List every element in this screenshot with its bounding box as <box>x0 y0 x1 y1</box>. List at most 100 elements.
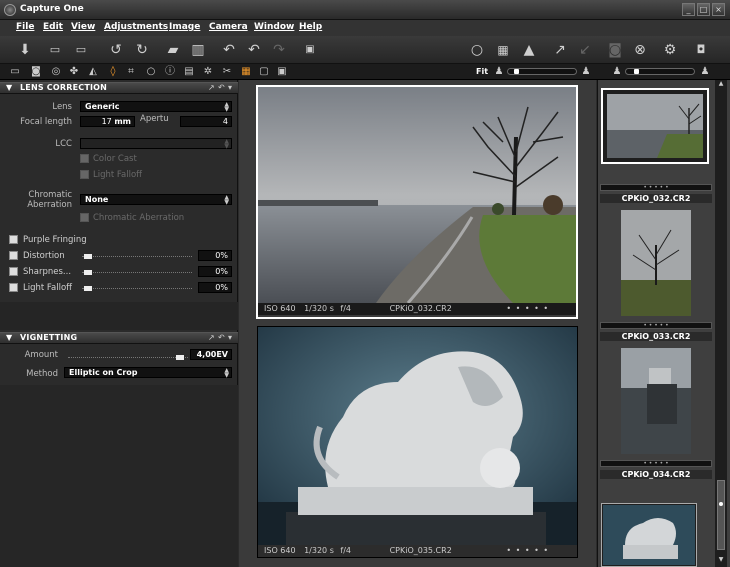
aperture-field[interactable]: 4 <box>180 116 232 127</box>
capture-tab-icon[interactable]: ◙ <box>30 66 42 78</box>
menu-image[interactable]: Image <box>169 22 200 32</box>
move-to-folder-icon[interactable]: ▰ <box>162 40 184 60</box>
scroll-down-icon[interactable]: ▼ <box>717 556 725 564</box>
preview-icon[interactable]: ◘ <box>690 40 712 60</box>
process-icon[interactable]: ▭ <box>70 40 92 60</box>
focal-length-field[interactable]: 17 mm <box>80 116 135 127</box>
menu-adjustments[interactable]: Adjustments <box>104 22 168 32</box>
compare-view-icon[interactable]: ▣ <box>276 66 288 78</box>
method-select[interactable]: Elliptic on Crop ▲ ▼ <box>64 367 232 379</box>
chromatic-aberration-select[interactable]: None ▲ ▼ <box>80 194 232 206</box>
thumbnail-2-rating[interactable]: • • • • • <box>600 322 712 329</box>
gear-icon[interactable]: ⚙ <box>659 40 681 60</box>
menu-edit[interactable]: Edit <box>43 22 63 32</box>
reset-tool-icon[interactable]: ↶ <box>218 83 225 92</box>
lcc-select[interactable]: ▲ ▼ <box>80 138 232 150</box>
light-falloff-checkbox[interactable] <box>9 283 18 292</box>
menu-view[interactable]: View <box>71 22 95 32</box>
rotate-right-icon[interactable]: ↻ <box>131 40 153 60</box>
capture-icon[interactable]: ▭ <box>44 40 66 60</box>
single-view-icon[interactable]: ▣ <box>299 40 321 60</box>
light-falloff-field[interactable]: 0% <box>198 282 232 293</box>
trash-icon[interactable]: ▥ <box>187 40 209 60</box>
distortion-slider[interactable] <box>82 256 192 259</box>
menu-help[interactable]: Help <box>299 22 322 32</box>
light-falloff-slider-knob[interactable] <box>84 286 92 291</box>
library-tab-icon[interactable]: ▭ <box>9 66 21 78</box>
sharpness-slider[interactable] <box>82 272 192 275</box>
thumbnail-3[interactable] <box>621 348 691 454</box>
distortion-field[interactable]: 0% <box>198 250 232 261</box>
lens-select[interactable]: Generic ▲ ▼ <box>80 101 232 113</box>
menu-window[interactable]: Window <box>254 22 294 32</box>
collapse-icon[interactable]: ▼ <box>6 333 12 342</box>
output-tab-icon[interactable]: ▤ <box>183 66 195 78</box>
reset-tool-icon[interactable]: ↶ <box>218 333 225 342</box>
amount-slider[interactable] <box>68 357 188 360</box>
exposure-warning-icon[interactable]: ▲ <box>518 40 540 60</box>
crop-tab-icon[interactable]: ⌗ <box>125 66 137 78</box>
color-balance-tab-icon[interactable]: ✤ <box>68 66 80 78</box>
chromatic-aberration-checkbox[interactable] <box>80 213 89 222</box>
color-tab-icon[interactable]: ◎ <box>50 66 62 78</box>
zoom-slider-knob[interactable] <box>514 69 519 74</box>
scroll-up-icon[interactable]: ▲ <box>717 80 725 88</box>
viewer-image-1[interactable]: ISO 640 1/320 s f/4 CPKiO_032.CR2 • • • … <box>256 85 578 319</box>
maximize-button[interactable]: □ <box>697 3 710 16</box>
lens-tab-icon[interactable]: ◊ <box>107 66 119 78</box>
thumbnail-2[interactable] <box>621 210 691 316</box>
exposure-tab-icon[interactable]: ◭ <box>87 66 99 78</box>
copy-adjustments-icon[interactable]: ↗ <box>549 40 571 60</box>
vignetting-header[interactable]: ▼ VIGNETTING ↗ ↶ ▾ <box>0 332 238 344</box>
thumbnail-1[interactable] <box>601 88 709 164</box>
metadata-tab-icon[interactable]: ⓘ <box>164 66 176 78</box>
purple-fringing-checkbox[interactable] <box>9 235 18 244</box>
sharpness-slider-knob[interactable] <box>84 270 92 275</box>
single-view-tab-icon[interactable]: ▢ <box>258 66 270 78</box>
stop-icon[interactable]: ⊗ <box>629 40 651 60</box>
lens-correction-header[interactable]: ▼ LENS CORRECTION ↗ ↶ ▾ <box>0 82 238 94</box>
reset-icon[interactable]: ↶ <box>218 40 240 60</box>
rating-stars[interactable]: • • • • • <box>506 546 549 555</box>
scroll-thumb[interactable] <box>717 480 725 550</box>
thumbnail-1-rating[interactable]: • • • • • <box>600 184 712 191</box>
close-button[interactable]: × <box>712 3 725 16</box>
zoom-slider[interactable] <box>507 68 577 75</box>
collapse-icon[interactable]: ▼ <box>6 83 12 92</box>
undo-icon[interactable]: ↶ <box>243 40 265 60</box>
redo-icon[interactable]: ↷ <box>268 40 290 60</box>
distortion-slider-knob[interactable] <box>84 254 92 259</box>
details-tab-icon[interactable]: ○ <box>145 66 157 78</box>
viewer-image-2[interactable]: ISO 640 1/320 s f/4 CPKiO_035.CR2 • • • … <box>257 326 578 558</box>
tool-menu-icon[interactable]: ▾ <box>228 333 232 342</box>
thumbnail-4[interactable] <box>601 503 697 567</box>
loupe-icon[interactable]: ○ <box>466 40 488 60</box>
copy-icon[interactable]: ↗ <box>208 83 215 92</box>
apply-adjustments-icon[interactable]: ↙ <box>574 40 596 60</box>
amount-field[interactable]: 4,00EV <box>190 349 232 360</box>
grid-view-icon[interactable]: ▦ <box>240 66 252 78</box>
light-falloff-slider[interactable] <box>82 288 192 291</box>
settings-tab-icon[interactable]: ✲ <box>202 66 214 78</box>
menu-camera[interactable]: Camera <box>209 22 248 32</box>
menu-file[interactable]: File <box>16 22 34 32</box>
rotate-left-icon[interactable]: ↺ <box>105 40 127 60</box>
sharpness-checkbox[interactable] <box>9 267 18 276</box>
thumbnail-slider-knob[interactable] <box>634 69 639 74</box>
tool-menu-icon[interactable]: ▾ <box>228 83 232 92</box>
import-icon[interactable]: ⬇ <box>14 40 36 60</box>
batch-tab-icon[interactable]: ✂ <box>221 66 233 78</box>
rating-stars[interactable]: • • • • • <box>506 304 549 313</box>
thumbnail-3-rating[interactable]: • • • • • <box>600 460 712 467</box>
browser-scrollbar[interactable]: ▲ ▼ <box>715 80 727 567</box>
color-cast-checkbox[interactable] <box>80 154 89 163</box>
amount-slider-knob[interactable] <box>176 355 184 360</box>
camera-icon[interactable]: ◙ <box>604 40 626 60</box>
thumbnail-size-slider[interactable] <box>625 68 695 75</box>
sharpness-field[interactable]: 0% <box>198 266 232 277</box>
grid-icon[interactable]: ▦ <box>492 40 514 60</box>
minimize-button[interactable]: _ <box>682 3 695 16</box>
light-falloff-lcc-checkbox[interactable] <box>80 170 89 179</box>
copy-icon[interactable]: ↗ <box>208 333 215 342</box>
distortion-checkbox[interactable] <box>9 251 18 260</box>
